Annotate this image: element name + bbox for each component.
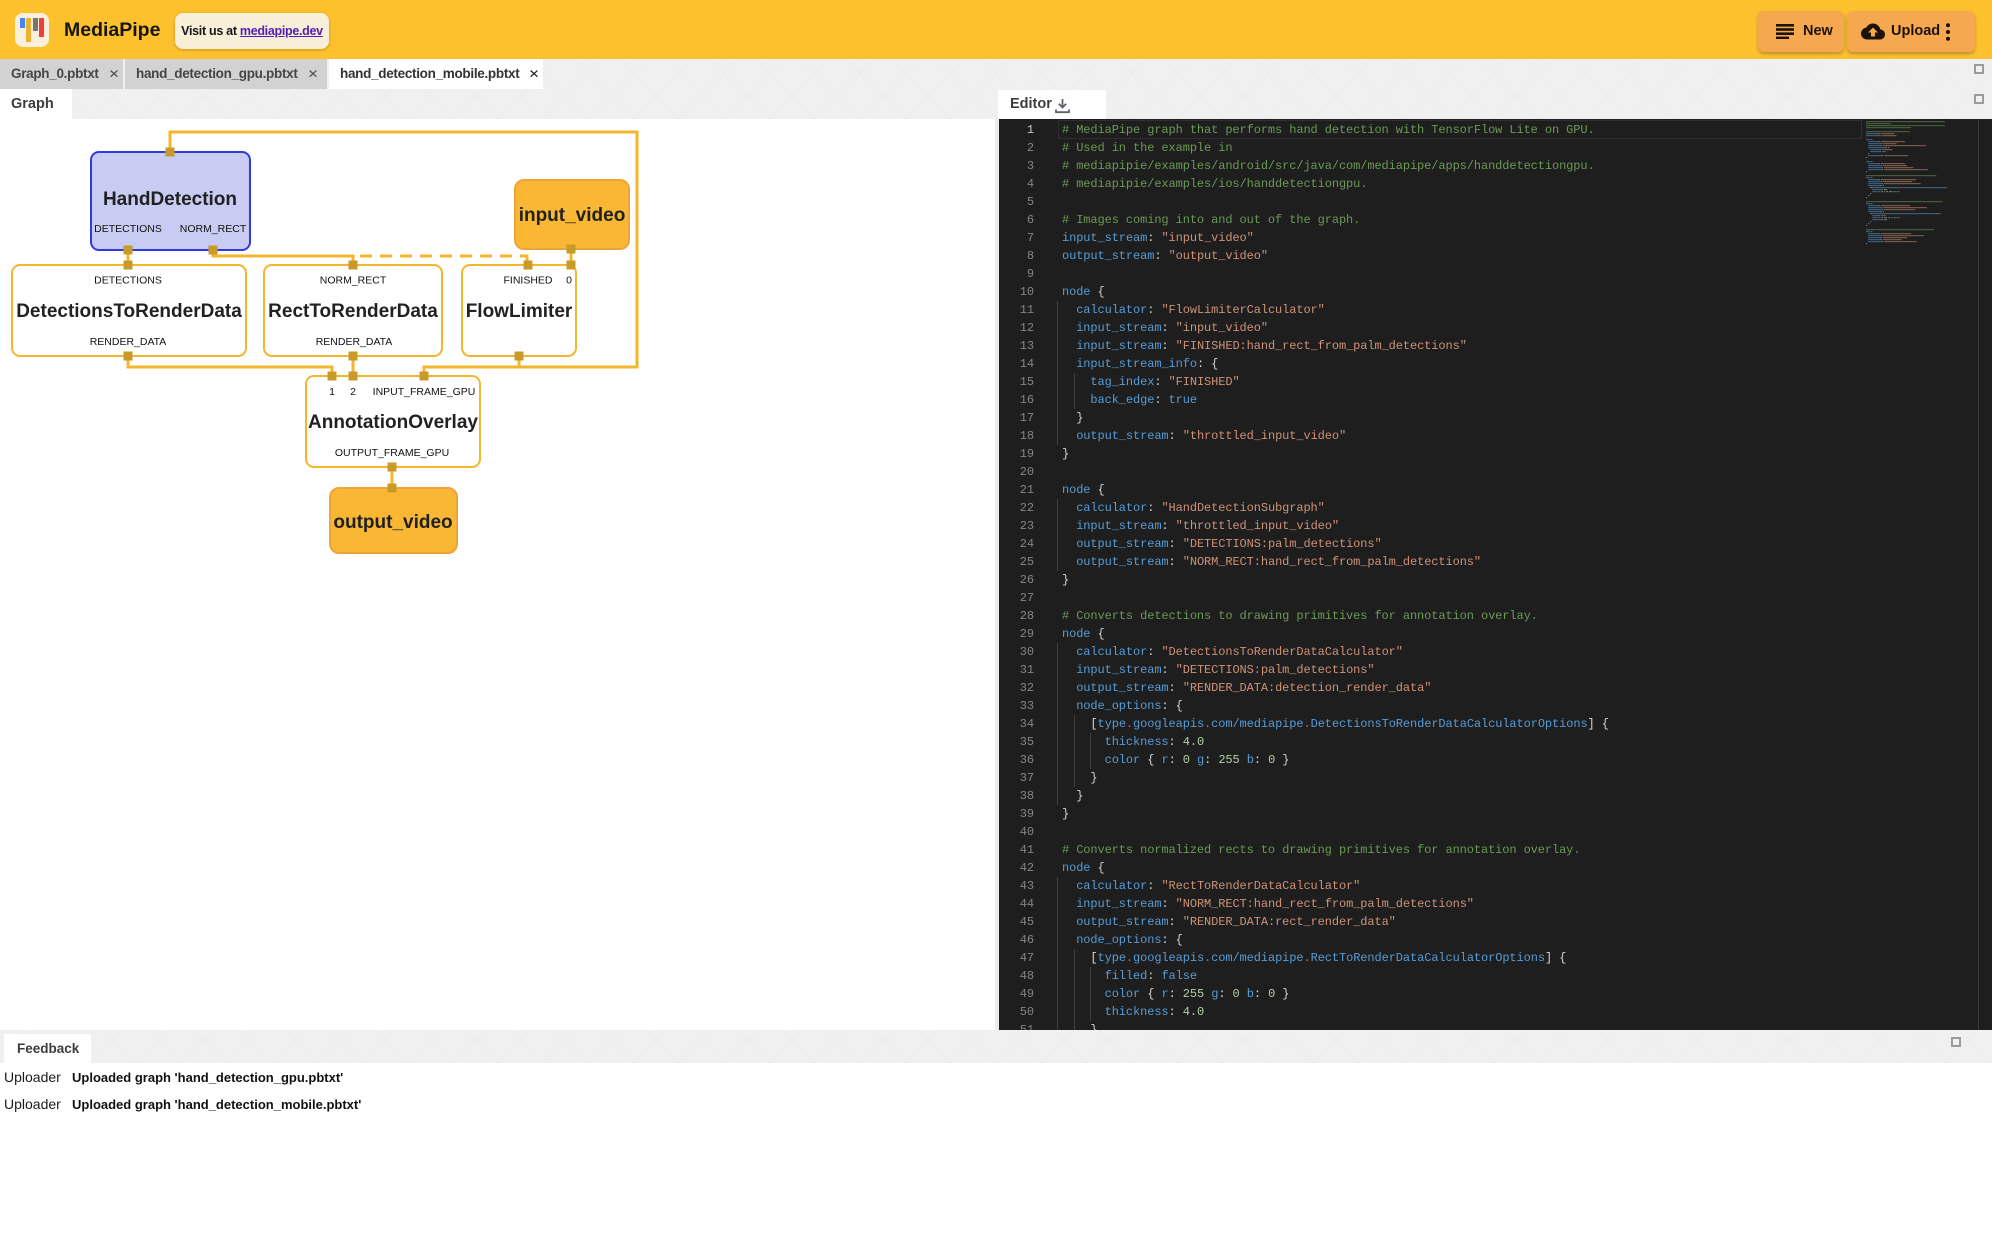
svg-text:DetectionsToRenderData: DetectionsToRenderData (16, 301, 242, 322)
svg-text:RENDER_DATA: RENDER_DATA (316, 336, 393, 348)
svg-text:DETECTIONS: DETECTIONS (94, 275, 162, 287)
svg-text:RectToRenderData: RectToRenderData (268, 301, 438, 322)
svg-text:2: 2 (350, 386, 356, 398)
svg-text:INPUT_FRAME_GPU: INPUT_FRAME_GPU (373, 386, 476, 398)
svg-text:RENDER_DATA: RENDER_DATA (90, 336, 167, 348)
svg-text:AnnotationOverlay: AnnotationOverlay (308, 412, 478, 433)
svg-text:0: 0 (566, 275, 572, 287)
svg-text:NORM_RECT: NORM_RECT (320, 275, 387, 287)
svg-text:FINISHED: FINISHED (503, 275, 552, 287)
svg-text:DETECTIONS: DETECTIONS (94, 223, 162, 235)
svg-text:input_video: input_video (519, 205, 626, 226)
svg-text:NORM_RECT: NORM_RECT (180, 223, 247, 235)
svg-text:output_video: output_video (333, 512, 452, 533)
svg-text:OUTPUT_FRAME_GPU: OUTPUT_FRAME_GPU (335, 447, 449, 459)
svg-text:HandDetection: HandDetection (103, 189, 237, 210)
svg-text:FlowLimiter: FlowLimiter (466, 301, 573, 322)
svg-text:1: 1 (329, 386, 335, 398)
